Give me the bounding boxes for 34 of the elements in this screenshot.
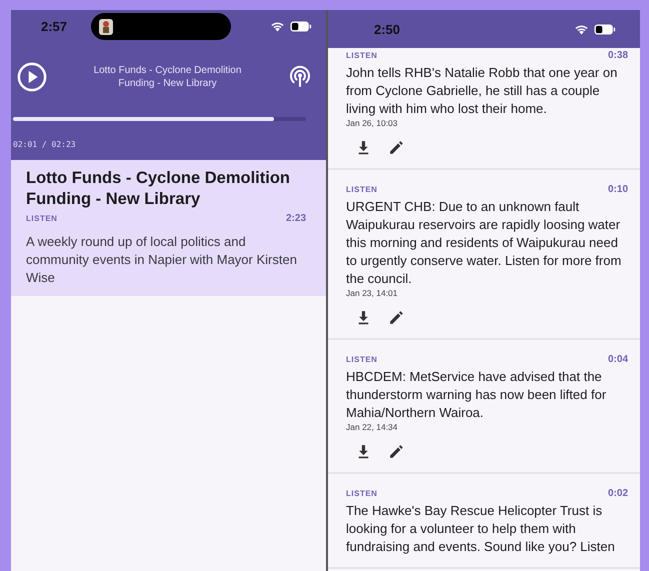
duration: 0:10 [608,184,628,195]
listen-label: LISTEN [346,489,378,498]
duration: 0:04 [608,354,628,365]
app-icon [99,18,114,34]
announcement-item[interactable]: LISTEN 0:02 The Hawke's Bay Rescue Helicopter Trust is looking for a volunteer to help them with fundraising and events. Sound like you? Listen [328,474,640,569]
status-time: 2:50 [374,22,400,36]
announcement-text: John tells RHB's Natalie Robb that one year on from Cyclone Gabrielle, he still has a couple living with him who lost their home. [346,64,618,118]
episode-title: Lotto Funds - Cyclone Demolition Funding - New Library [26,168,291,210]
wifi-icon [270,21,285,32]
announcement-item[interactable]: LISTEN 0:04 HBCDEM: MetService have advised that the thunderstorm warning has now been lifted for Mahia/Northern Wairoa. Jan 22, 14:34 [328,340,640,474]
date-time: Jan 26, 10:03 [346,118,399,128]
listen-label: LISTEN [26,214,58,223]
battery-icon [594,24,616,34]
announcement-text: HBCDEM: MetService have advised that the thunderstorm warning has now been lifted for Mahia/Northern Wairoa. [346,368,608,422]
now-playing-title: Lotto Funds - Cyclone Demolition Funding - New Library [92,64,242,90]
duration: 0:02 [608,488,628,499]
wifi-icon [574,24,589,34]
duration: 2:23 [286,213,306,224]
announcement-text: URGENT CHB: Due to an unknown fault Waipukurau reservoirs are rapidly loosing water this morning and residents of Waipukurau need to urgently conserve water. Listen for more from the council. [346,198,622,288]
podcast-icon[interactable] [288,65,312,89]
listen-label: LISTEN [346,355,378,364]
listen-label: LISTEN [346,51,378,60]
battery-icon [290,21,312,32]
duration: 0:38 [608,50,628,61]
play-button[interactable] [17,62,47,92]
status-time: 2:57 [41,19,68,34]
announcement-item[interactable]: LISTEN 0:38 John tells RHB's Natalie Robb that one year on from Cyclone Gabrielle, he still has a couple living with him who lost their home. Jan 26, 10:03 [328,48,640,170]
episode-description: A weekly round up of local politics and community events in Napier with Mayor Kirsten Wise [26,233,298,287]
listen-label: LISTEN [346,185,378,194]
elapsed-time: 02:01 / 02:23 [13,140,77,149]
announcement-text: The Hawke's Bay Rescue Helicopter Trust is looking for a volunteer to help them with fundraising and events. Sound like you? Listen [346,502,616,556]
episode-card[interactable]: Lotto Funds - Cyclone Demolition Funding - New Library LISTEN 2:23 A weekly round up of local politics and community events in Napier with Mayor Kirsten Wise [11,160,326,296]
date-time: Jan 23, 14:01 [346,288,399,298]
date-time: Jan 22, 14:34 [346,422,399,432]
